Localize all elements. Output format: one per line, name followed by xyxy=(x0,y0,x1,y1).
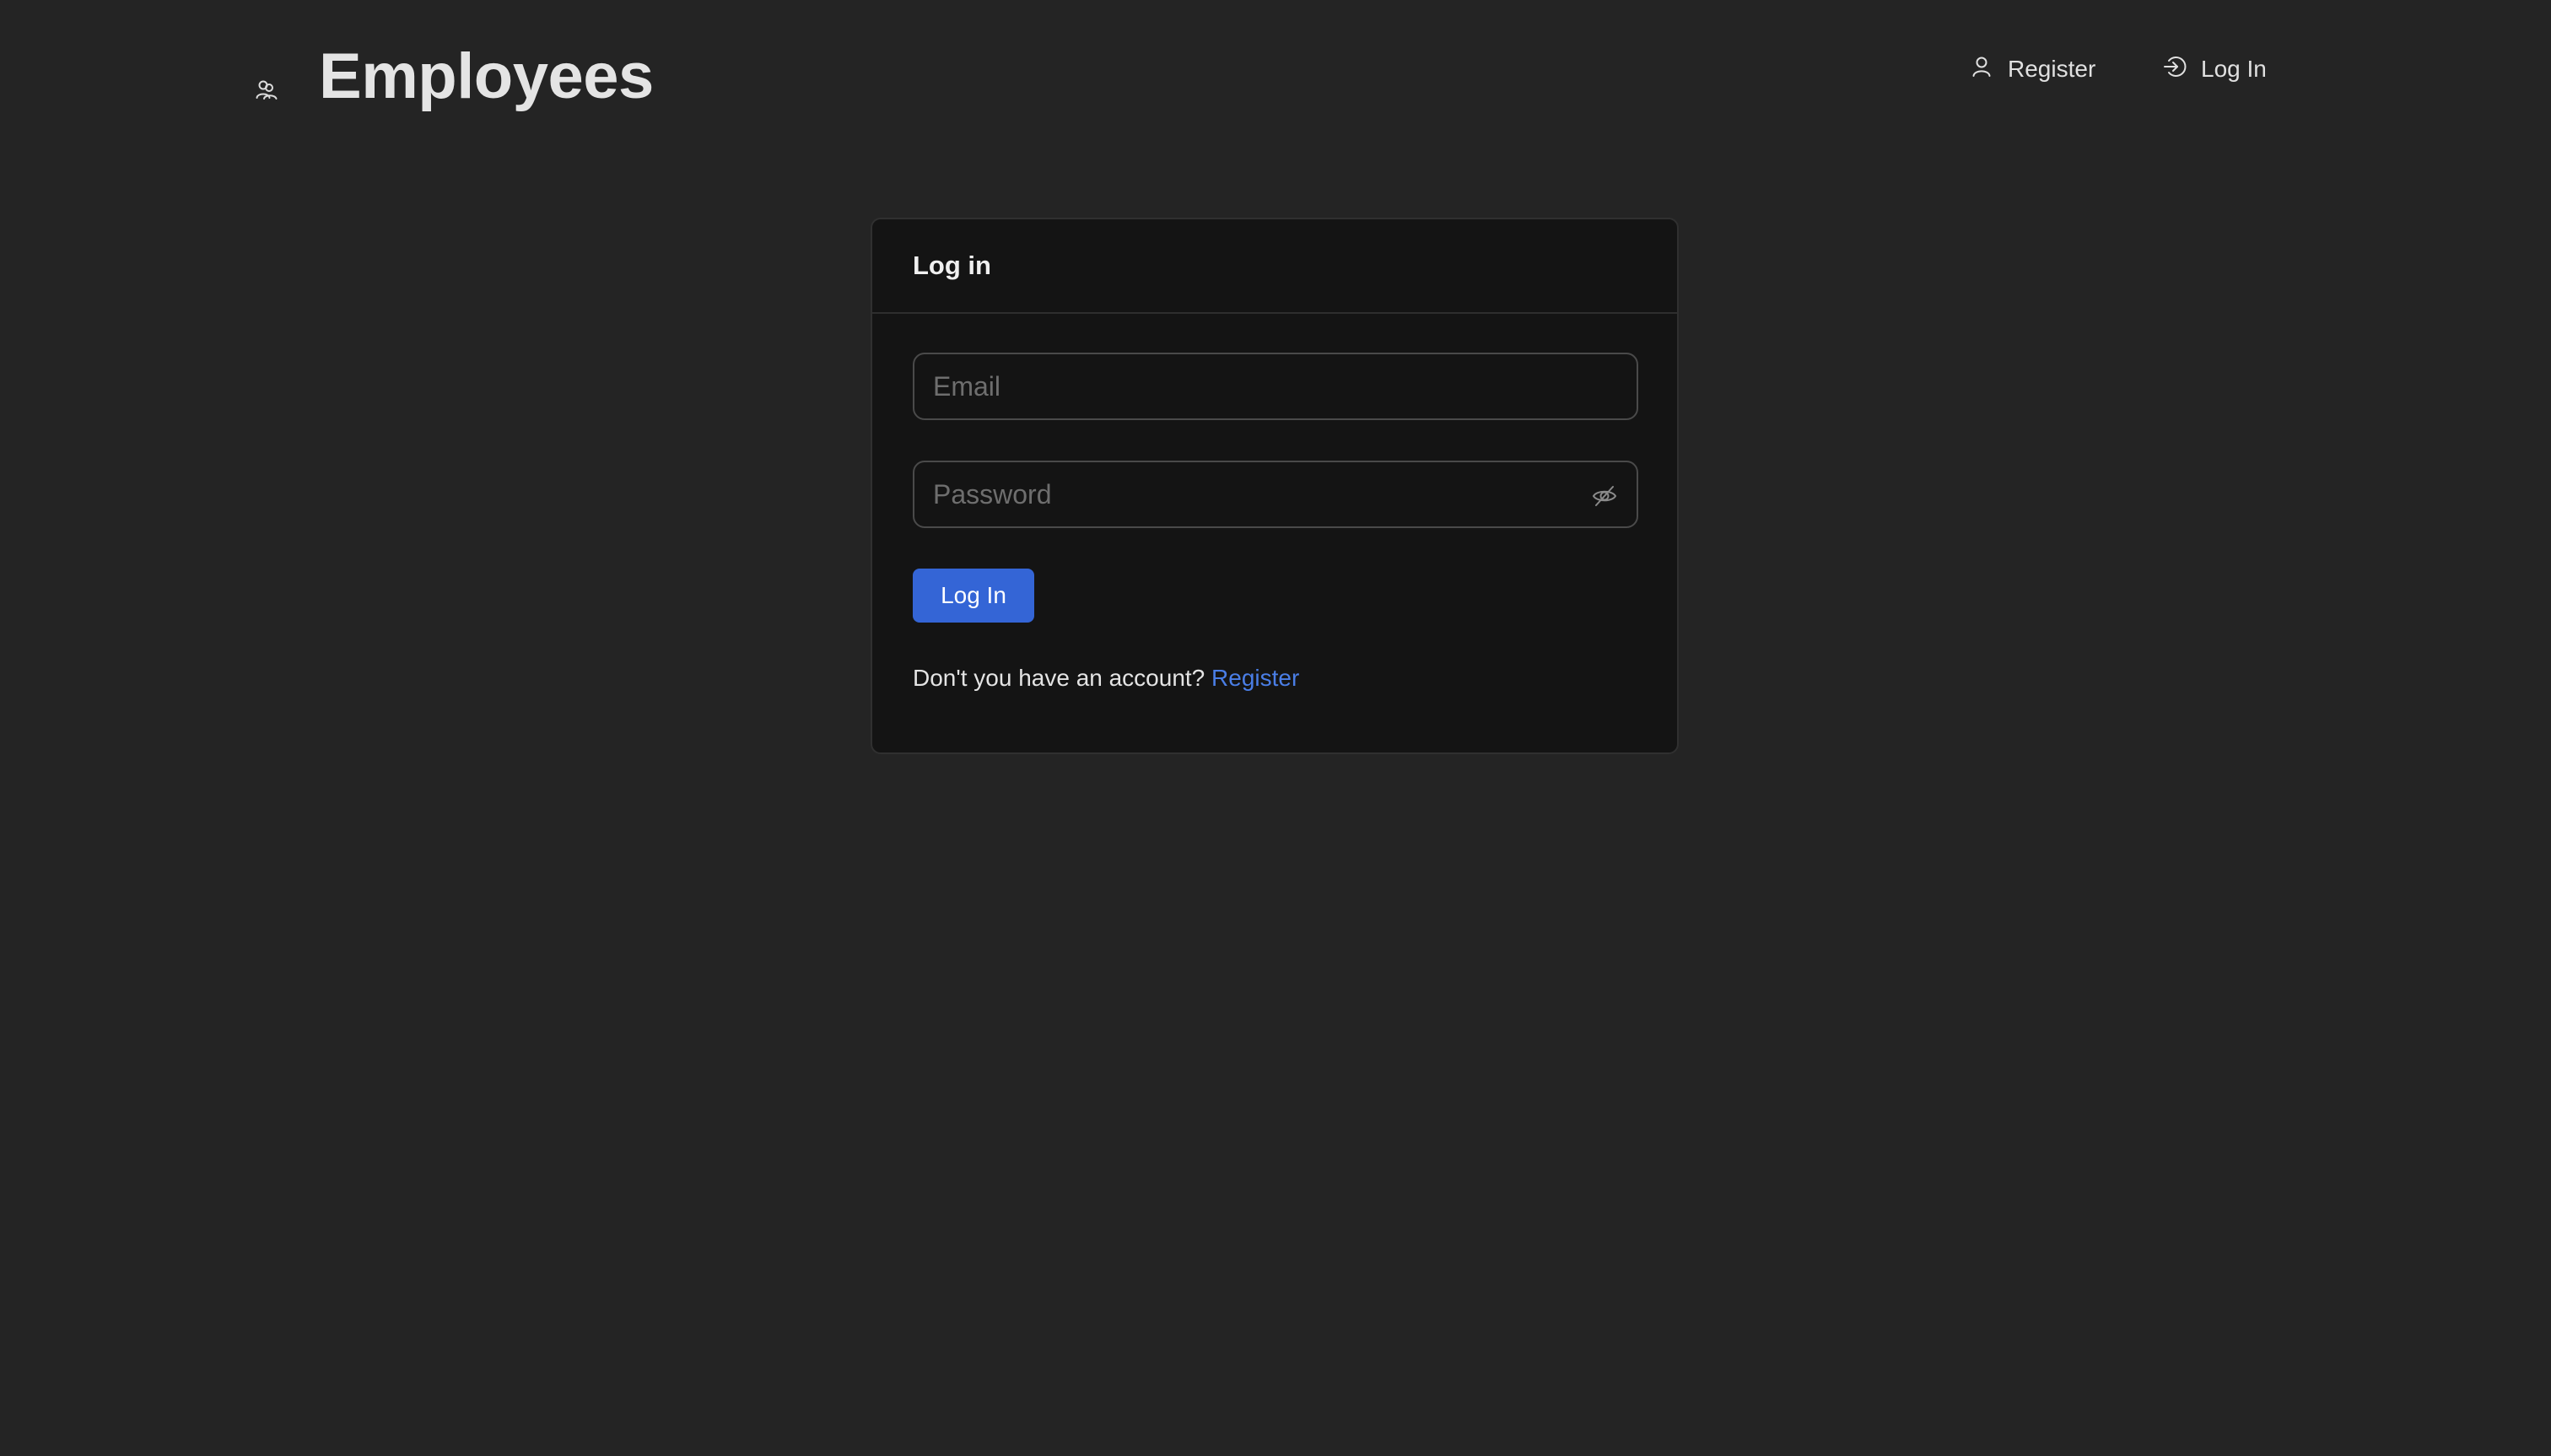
nav-login-link[interactable]: Log In xyxy=(2162,49,2267,89)
login-card: Log in Log In Don't you have an account?… xyxy=(871,218,1679,754)
password-field[interactable] xyxy=(914,462,1637,526)
email-field-wrapper xyxy=(913,353,1638,420)
login-icon xyxy=(2162,54,2187,85)
users-icon xyxy=(255,78,278,101)
user-icon xyxy=(1969,54,1994,85)
nav-register-link[interactable]: Register xyxy=(1969,49,2095,89)
register-prompt-text: Don't you have an account? xyxy=(913,665,1205,691)
app-title: Employees xyxy=(319,40,654,112)
login-card-header: Log in xyxy=(872,219,1677,314)
nav-register-label: Register xyxy=(2008,56,2096,82)
register-prompt: Don't you have an account? Register xyxy=(913,665,1299,692)
register-link[interactable]: Register xyxy=(1211,665,1299,691)
nav-login-label: Log In xyxy=(2201,56,2267,82)
email-field[interactable] xyxy=(914,354,1637,418)
eye-slash-icon[interactable] xyxy=(1591,483,1618,510)
app-header: Employees Register Log In xyxy=(0,0,2551,152)
password-field-wrapper xyxy=(913,461,1638,528)
login-button[interactable]: Log In xyxy=(913,569,1034,623)
login-card-title: Log in xyxy=(913,251,991,280)
